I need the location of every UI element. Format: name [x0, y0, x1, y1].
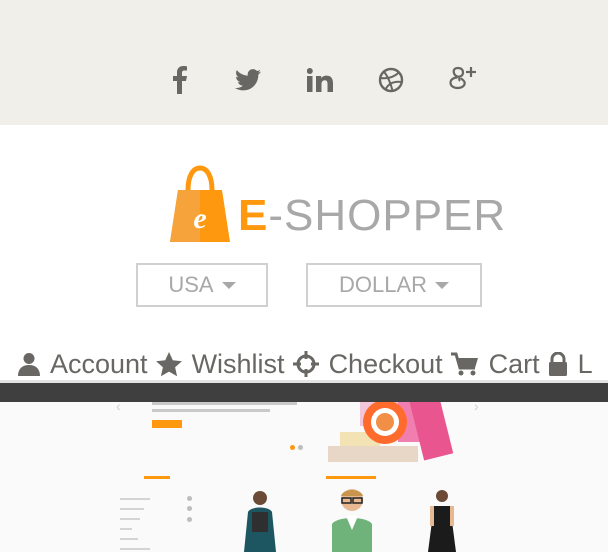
- slide-text-line: [152, 402, 297, 405]
- facebook-link[interactable]: [160, 62, 200, 98]
- country-dropdown[interactable]: USA: [136, 263, 268, 307]
- star-icon: [155, 351, 182, 376]
- google-plus-link[interactable]: [442, 62, 482, 98]
- sidebar-category-line: [120, 498, 150, 500]
- dribbble-icon: [378, 67, 404, 93]
- nav-account[interactable]: Account: [18, 349, 148, 380]
- crosshairs-icon: [292, 351, 319, 377]
- chevron-down-icon: [221, 281, 236, 289]
- plus-icon[interactable]: [187, 517, 192, 522]
- dribbble-link[interactable]: [371, 62, 411, 98]
- twitter-icon: [235, 69, 261, 91]
- currency-value: DOLLAR: [338, 272, 428, 297]
- slide-banner-image: [328, 402, 454, 462]
- nav-wishlist[interactable]: Wishlist: [155, 348, 285, 380]
- product-image-woman-dress[interactable]: [412, 486, 472, 552]
- chevron-down-icon: [435, 281, 450, 289]
- shopping-bag-logo-icon: e: [170, 165, 230, 242]
- chevron-left-icon[interactable]: ‹: [116, 402, 121, 414]
- site-logo[interactable]: e E-SHOPPER: [168, 164, 505, 246]
- nav-cart[interactable]: Cart: [450, 348, 540, 380]
- linkedin-link[interactable]: [300, 62, 340, 98]
- linkedin-icon: [307, 68, 333, 92]
- sidebar-category-line: [120, 518, 140, 520]
- top-social-bar: [0, 0, 608, 125]
- sidebar-category-line: [120, 508, 144, 510]
- sidebar-heading: [144, 476, 170, 479]
- sidebar-category-line: [120, 528, 132, 530]
- country-value: USA: [168, 272, 214, 297]
- logo-rest: -SHOPPER: [268, 191, 507, 240]
- slider-indicator[interactable]: [290, 445, 295, 450]
- nav-login-label: L: [577, 348, 593, 379]
- products-heading: [326, 476, 376, 479]
- facebook-icon: [173, 66, 187, 94]
- shopping-cart-icon: [450, 352, 478, 376]
- page-preview: ‹ ›: [0, 402, 608, 552]
- plus-icon[interactable]: [187, 496, 192, 501]
- nav-checkout[interactable]: Checkout: [292, 348, 443, 380]
- slide-cta-button[interactable]: [152, 420, 182, 428]
- plus-icon[interactable]: [187, 506, 192, 511]
- nav-wishlist-label: Wishlist: [191, 348, 285, 379]
- lock-icon: [548, 352, 567, 376]
- slider-indicator[interactable]: [298, 445, 303, 450]
- logo-bag-letter: e: [193, 202, 206, 235]
- product-image-woman[interactable]: [230, 488, 290, 552]
- user-icon: [18, 353, 40, 376]
- nav-login[interactable]: L: [548, 349, 593, 380]
- logo-accent: E: [238, 191, 269, 240]
- nav-account-label: Account: [50, 348, 148, 379]
- product-image-man[interactable]: [322, 484, 382, 552]
- nav-cart-label: Cart: [488, 348, 540, 379]
- logo-wordmark: E-SHOPPER: [238, 190, 506, 242]
- header-nav: Account Wishlist Checkout Cart L: [18, 344, 601, 384]
- twitter-link[interactable]: [228, 62, 268, 98]
- sidebar-category-line: [120, 548, 150, 550]
- chevron-right-icon[interactable]: ›: [474, 402, 479, 414]
- slide-text-line: [152, 409, 270, 412]
- sidebar-category-line: [120, 538, 138, 540]
- google-plus-icon: [449, 66, 476, 90]
- nav-checkout-label: Checkout: [328, 348, 443, 379]
- currency-dropdown[interactable]: DOLLAR: [306, 263, 482, 307]
